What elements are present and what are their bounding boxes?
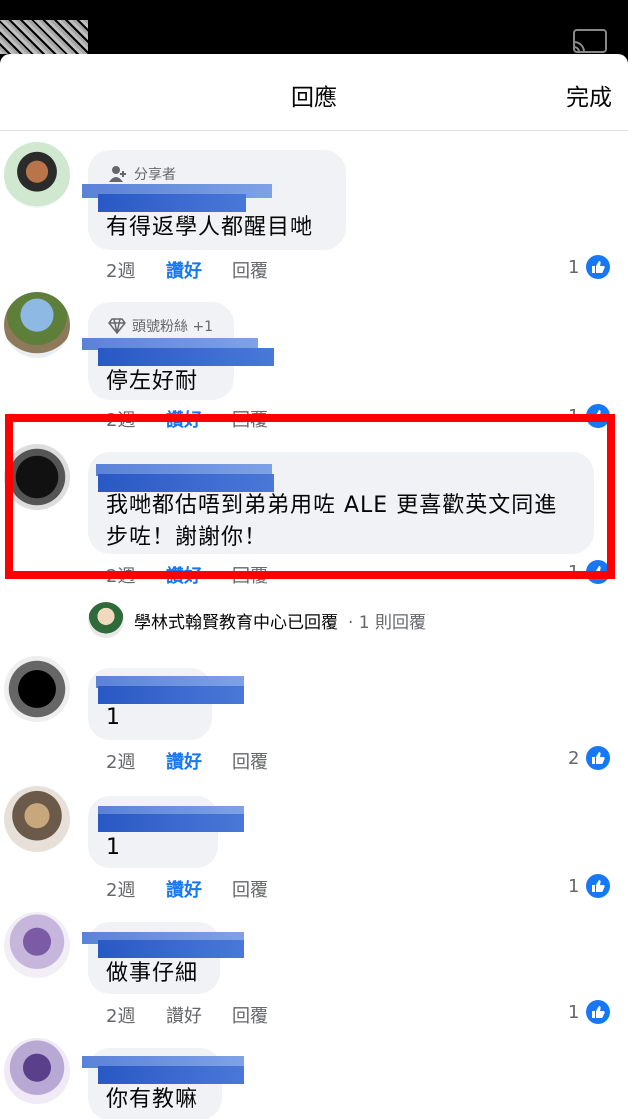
redacted-area — [0, 20, 88, 54]
page-title: 回應 — [291, 85, 337, 111]
comment-text: 停左好耐 — [106, 369, 199, 394]
avatar[interactable] — [4, 1038, 70, 1104]
reply-count: · 1 則回覆 — [348, 612, 427, 633]
cast-icon[interactable] — [570, 28, 610, 54]
comment-text: 1 — [106, 835, 121, 860]
comment-text: 步咗！謝謝你！ — [106, 525, 268, 550]
redacted-author-name — [98, 814, 244, 832]
reply-button[interactable]: 回覆 — [232, 1002, 268, 1028]
redacted-author-name — [98, 940, 244, 958]
sharer-badge: 分享者 — [108, 164, 176, 184]
reply-button[interactable]: 回覆 — [232, 562, 268, 588]
avatar[interactable] — [4, 444, 70, 510]
like-count: 1 — [568, 876, 580, 897]
avatar[interactable] — [4, 786, 70, 852]
like-count: 1 — [568, 257, 580, 278]
thumbs-up-icon[interactable] — [586, 560, 610, 584]
like-button[interactable]: 讚好 — [166, 1002, 202, 1028]
thumbs-up-icon[interactable] — [586, 255, 610, 279]
reply-button[interactable]: 回覆 — [232, 748, 268, 774]
comment-time: 2週 — [106, 752, 136, 773]
reply-button[interactable]: 回覆 — [232, 257, 268, 283]
comment-time: 2週 — [106, 410, 136, 431]
comments-sheet: 回應 完成 分享者 有得返學人都醒目哋 2週 讚好 回覆 1 頭號粉絲 +1 停… — [0, 54, 628, 1119]
like-button[interactable]: 讚好 — [166, 876, 202, 902]
redacted-author-name — [98, 348, 274, 366]
redacted-author-name — [98, 194, 246, 212]
thumbs-up-icon[interactable] — [586, 746, 610, 770]
comment-time: 2週 — [106, 1006, 136, 1027]
reply-button[interactable]: 回覆 — [232, 406, 268, 432]
reply-author: 學林式翰賢教育中心已回覆 — [134, 612, 338, 633]
avatar[interactable] — [4, 142, 70, 208]
avatar[interactable] — [4, 656, 70, 722]
diamond-icon — [108, 318, 126, 334]
like-button[interactable]: 讚好 — [166, 406, 202, 432]
comment-time: 2週 — [106, 880, 136, 901]
comment-time: 2週 — [106, 566, 136, 587]
redacted-author-name — [98, 1066, 244, 1084]
comment-text: 我哋都估唔到弟弟用咗 ALE 更喜歡英文同進 — [106, 493, 558, 518]
avatar[interactable] — [4, 292, 70, 358]
done-button[interactable]: 完成 — [566, 78, 612, 112]
like-button[interactable]: 讚好 — [166, 562, 202, 588]
like-count: 2 — [568, 748, 580, 769]
badge-label: 分享者 — [134, 167, 176, 183]
like-count: 1 — [568, 562, 580, 583]
like-count: 1 — [568, 406, 580, 427]
top-fan-badge: 頭號粉絲 +1 — [108, 316, 213, 336]
reply-button[interactable]: 回覆 — [232, 876, 268, 902]
avatar[interactable] — [4, 912, 70, 978]
view-replies-link[interactable]: 學林式翰賢教育中心已回覆 · 1 則回覆 — [88, 600, 426, 640]
avatar — [88, 602, 124, 638]
comment-text: 你有教嘛 — [106, 1087, 199, 1112]
thumbs-up-icon[interactable] — [586, 874, 610, 898]
like-button[interactable]: 讚好 — [166, 748, 202, 774]
comment-text: 有得返學人都醒目哋 — [106, 215, 314, 240]
comment-text: 1 — [106, 705, 121, 730]
like-count: 1 — [568, 1002, 580, 1023]
comment-text: 做事仔細 — [106, 961, 199, 986]
status-bar — [0, 0, 628, 54]
user-badge-icon — [109, 166, 126, 182]
sheet-header: 回應 完成 — [0, 54, 628, 131]
comment-time: 2週 — [106, 261, 136, 282]
like-button[interactable]: 讚好 — [166, 257, 202, 283]
thumbs-up-icon[interactable] — [586, 1000, 610, 1024]
thumbs-up-icon[interactable] — [586, 404, 610, 428]
badge-label: 頭號粉絲 +1 — [132, 319, 214, 335]
